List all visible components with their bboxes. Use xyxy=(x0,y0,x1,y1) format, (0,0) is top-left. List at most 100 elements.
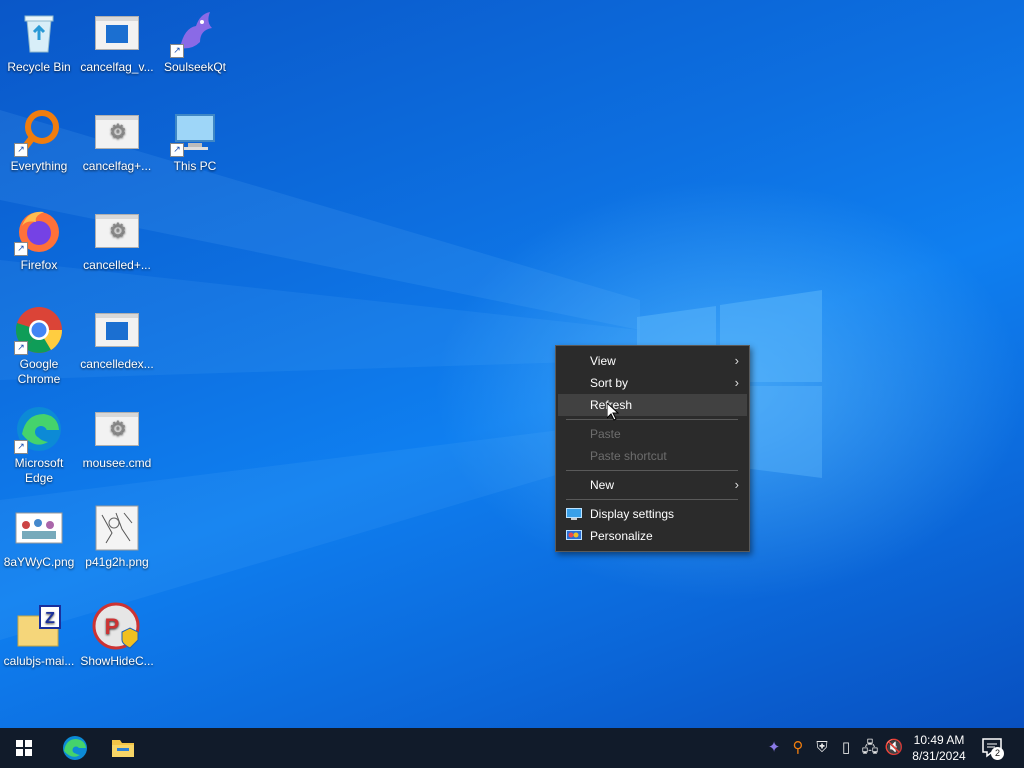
script-file-gear-icon: ⚙ xyxy=(92,206,142,256)
desktop-icon-calubjs-zip[interactable]: Z calubjs-mai... xyxy=(0,598,78,669)
menu-item-paste-shortcut: Paste shortcut xyxy=(558,445,747,467)
desktop-icon-this-pc[interactable]: ↗ This PC xyxy=(156,103,234,174)
svg-text:Z: Z xyxy=(45,610,55,627)
soulseek-bird-icon: ↗ xyxy=(170,8,220,58)
security-shield-icon[interactable]: ⛨ xyxy=(812,738,832,758)
desktop-icon-everything[interactable]: ↗ Everything xyxy=(0,103,78,174)
edge-icon: ↗ xyxy=(14,404,64,454)
shortcut-arrow-icon: ↗ xyxy=(170,143,184,157)
menu-item-personalize[interactable]: Personalize xyxy=(558,525,747,547)
menu-item-label: Paste shortcut xyxy=(590,449,667,463)
menu-separator xyxy=(566,470,738,471)
desktop-icon-cancelfag-v[interactable]: cancelfag_v... xyxy=(78,4,156,75)
shortcut-arrow-icon: ↗ xyxy=(14,341,28,355)
menu-item-refresh[interactable]: Refresh xyxy=(558,394,747,416)
desktop-icon-recycle-bin[interactable]: Recycle Bin xyxy=(0,4,78,75)
menu-item-new[interactable]: New › xyxy=(558,474,747,496)
menu-item-display-settings[interactable]: Display settings xyxy=(558,503,747,525)
desktop-icon-8aywyc-png[interactable]: 8aYWyC.png xyxy=(0,499,78,570)
shortcut-arrow-icon: ↗ xyxy=(14,440,28,454)
menu-item-label: Display settings xyxy=(590,507,675,521)
recycle-bin-icon xyxy=(14,8,64,58)
taskbar-file-explorer-button[interactable] xyxy=(99,728,147,768)
desktop-icon-cancelled-plus[interactable]: ⚙ cancelled+... xyxy=(78,202,156,273)
everything-tray-icon[interactable]: ⚲ xyxy=(788,738,808,758)
shortcut-arrow-icon: ↗ xyxy=(14,242,28,256)
chevron-right-icon: › xyxy=(734,353,739,368)
desktop-icon-label: Firefox xyxy=(20,258,58,272)
desktop-context-menu: View › Sort by › Refresh Paste Paste sho… xyxy=(555,345,750,552)
action-center-button[interactable]: 2 xyxy=(980,736,1006,760)
menu-item-paste: Paste xyxy=(558,423,747,445)
edge-icon xyxy=(63,736,87,760)
clock-date: 8/31/2024 xyxy=(912,749,966,763)
desktop-icon-label: This PC xyxy=(173,159,217,173)
start-button[interactable] xyxy=(0,728,48,768)
desktop-icon-mousee-cmd[interactable]: ⚙ mousee.cmd xyxy=(78,400,156,471)
mouse-pointer-icon xyxy=(607,403,619,421)
system-tray: ✦ ⚲ ⛨ ▯ 🖧 🔇 xyxy=(760,728,910,768)
desktop-icon-cancelfag-plus[interactable]: ⚙ cancelfag+... xyxy=(78,103,156,174)
desktop-icon-label: cancelledex... xyxy=(80,357,154,371)
showhide-app-icon: P xyxy=(92,602,142,652)
chevron-right-icon: › xyxy=(734,477,739,492)
menu-item-label: View xyxy=(590,354,616,368)
windows-logo-icon xyxy=(16,740,32,756)
desktop-icon-label: Everything xyxy=(10,159,68,173)
menu-item-sort-by[interactable]: Sort by › xyxy=(558,372,747,394)
chevron-right-icon: › xyxy=(734,375,739,390)
clock-time: 10:49 AM xyxy=(913,733,965,747)
volume-muted-icon[interactable]: 🔇 xyxy=(884,738,904,758)
desktop-icon-label: Microsoft Edge xyxy=(14,456,64,485)
desktop-icon-label: Google Chrome xyxy=(17,357,61,386)
taskbar-edge-button[interactable] xyxy=(50,728,98,768)
desktop-icon-soulseekqt[interactable]: ↗ SoulseekQt xyxy=(156,4,234,75)
notification-count-badge: 2 xyxy=(991,747,1004,760)
desktop-icon-label: SoulseekQt xyxy=(163,60,227,74)
menu-separator xyxy=(566,499,738,500)
soulseek-tray-icon[interactable]: ✦ xyxy=(764,738,784,758)
zip-folder-icon: Z xyxy=(14,602,64,652)
document-file-icon xyxy=(92,8,142,58)
desktop-icon-label: p41g2h.png xyxy=(85,555,149,569)
desktop-icon-p41g2h-png[interactable]: p41g2h.png xyxy=(78,499,156,570)
firefox-icon: ↗ xyxy=(14,206,64,256)
everything-search-icon: ↗ xyxy=(14,107,64,157)
personalize-icon xyxy=(566,530,582,540)
shortcut-arrow-icon: ↗ xyxy=(14,143,28,157)
image-file-icon xyxy=(92,503,142,553)
desktop-icon-label: calubjs-mai... xyxy=(3,654,75,668)
network-icon[interactable]: 🖧 xyxy=(860,738,880,758)
taskbar: ✦ ⚲ ⛨ ▯ 🖧 🔇 10:49 AM 8/31/2024 2 xyxy=(0,728,1024,768)
desktop[interactable]: Recycle Bin ↗ Everything ↗ Firefox ↗ Goo… xyxy=(0,0,1024,728)
usb-device-icon[interactable]: ▯ xyxy=(836,738,856,758)
desktop-icon-label: cancelled+... xyxy=(83,258,151,272)
script-file-gear-icon: ⚙ xyxy=(92,107,142,157)
menu-separator xyxy=(566,419,738,420)
desktop-icon-label: cancelfag+... xyxy=(82,159,152,173)
shortcut-arrow-icon: ↗ xyxy=(170,44,184,58)
image-file-icon xyxy=(14,503,64,553)
document-file-icon xyxy=(92,305,142,355)
desktop-icon-label: cancelfag_v... xyxy=(80,60,154,74)
desktop-icon-firefox[interactable]: ↗ Firefox xyxy=(0,202,78,273)
menu-item-label: Sort by xyxy=(590,376,629,390)
computer-monitor-icon: ↗ xyxy=(170,107,220,157)
desktop-icon-google-chrome[interactable]: ↗ Google Chrome xyxy=(0,301,78,387)
desktop-icon-showhidec[interactable]: P ShowHideC... xyxy=(78,598,156,669)
desktop-icon-label: 8aYWyC.png xyxy=(3,555,75,569)
svg-text:P: P xyxy=(105,614,120,639)
menu-item-label: Personalize xyxy=(590,529,653,543)
menu-item-view[interactable]: View › xyxy=(558,350,747,372)
desktop-icon-cancelledex[interactable]: cancelledex... xyxy=(78,301,156,372)
desktop-icon-label: mousee.cmd xyxy=(82,456,152,470)
menu-item-label: Paste xyxy=(590,427,621,441)
script-file-gear-icon: ⚙ xyxy=(92,404,142,454)
desktop-icon-label: Recycle Bin xyxy=(7,60,71,74)
display-settings-icon xyxy=(566,508,582,520)
desktop-icon-microsoft-edge[interactable]: ↗ Microsoft Edge xyxy=(0,400,78,486)
desktop-icon-label: ShowHideC... xyxy=(80,654,154,668)
taskbar-clock[interactable]: 10:49 AM 8/31/2024 xyxy=(906,732,972,764)
menu-item-label: New xyxy=(590,478,615,492)
folder-icon xyxy=(112,740,134,757)
